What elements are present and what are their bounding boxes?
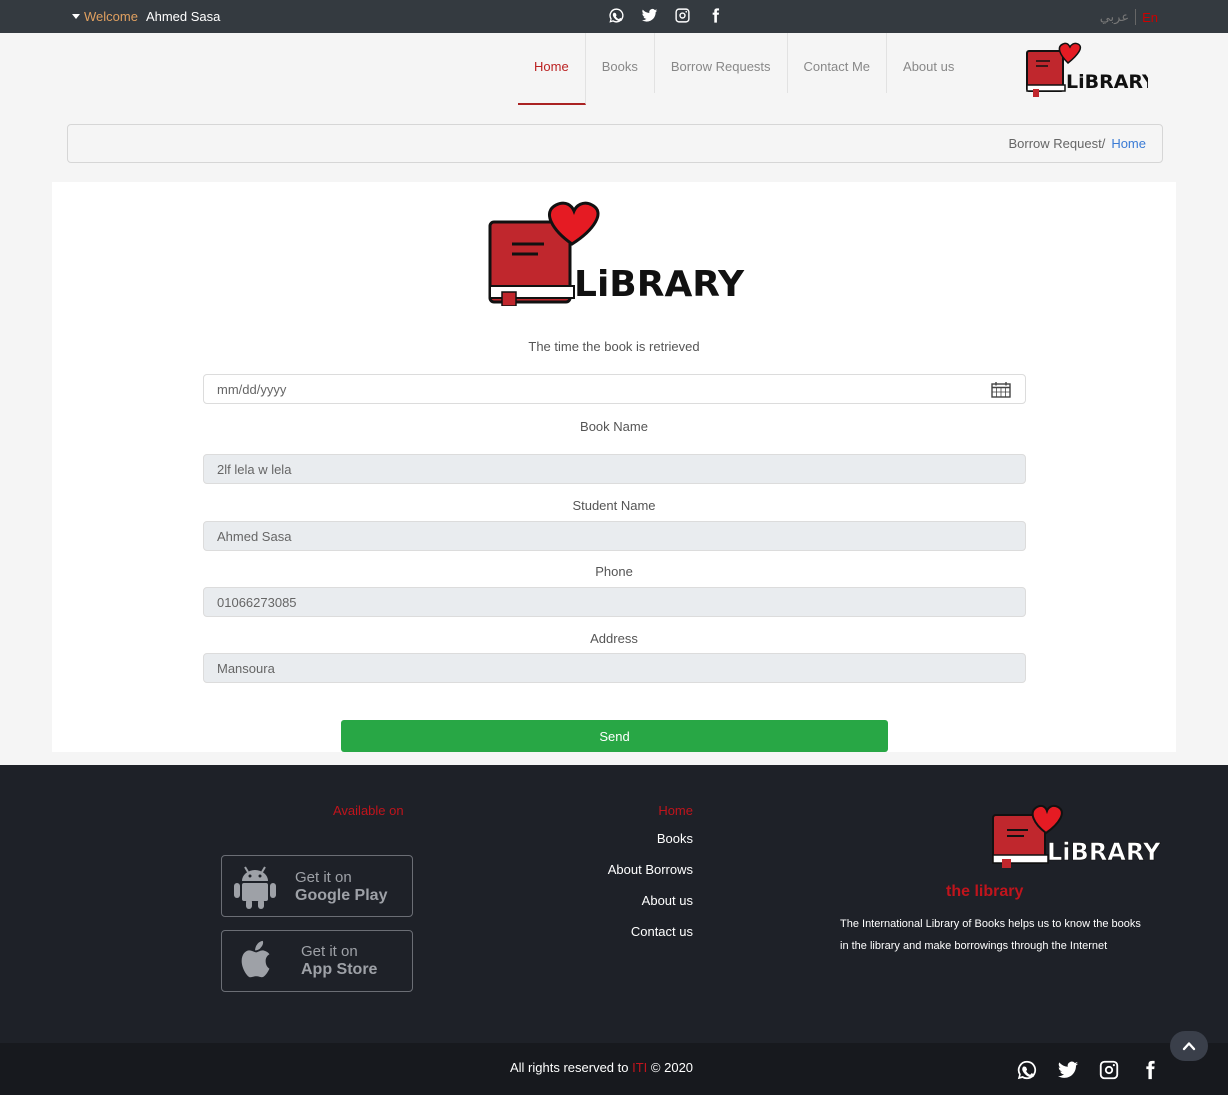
google-play-big: Google Play — [295, 887, 388, 904]
calendar-icon[interactable] — [991, 382, 1011, 398]
library-logo-large: LiBRARY — [488, 201, 745, 306]
app-store-button[interactable]: Get it on App Store — [221, 930, 413, 992]
date-input[interactable]: mm/dd/yyyy — [203, 374, 1026, 404]
phone-label: Phone — [595, 564, 633, 579]
scroll-to-top-button[interactable] — [1170, 1031, 1208, 1061]
top-social-links — [608, 7, 724, 24]
chevron-up-icon — [1182, 1042, 1196, 1051]
breadcrumb-home-link[interactable]: Home — [1111, 136, 1146, 151]
footer: Available on Get it on Google Play Get i… — [0, 765, 1228, 1043]
book-name-label: Book Name — [580, 419, 648, 434]
copyright-prefix: All rights reserved to — [510, 1060, 629, 1075]
nav-home[interactable]: Home — [518, 33, 586, 105]
lang-arabic[interactable]: عربي — [1100, 9, 1137, 25]
date-label: The time the book is retrieved — [528, 339, 700, 354]
copyright-org[interactable]: ITI — [632, 1060, 647, 1075]
user-name: Ahmed Sasa — [145, 9, 221, 24]
app-store-big: App Store — [301, 961, 378, 978]
whatsapp-icon[interactable] — [1016, 1059, 1038, 1081]
date-placeholder: mm/dd/yyyy — [217, 381, 287, 397]
nav-borrow-requests[interactable]: Borrow Requests — [655, 33, 788, 93]
instagram-icon[interactable] — [1098, 1059, 1120, 1081]
top-bar: Welcome Ahmed Sasa عربي En — [0, 0, 1228, 33]
copyright: All rights reserved to ITI © 2020 — [510, 1060, 693, 1075]
app-store-small: Get it on — [301, 943, 358, 960]
footer-link-books[interactable]: Books — [657, 831, 693, 846]
footer-link-about-us[interactable]: About us — [642, 893, 693, 908]
footer-link-contact-us[interactable]: Contact us — [631, 924, 693, 939]
apple-icon — [241, 940, 270, 978]
svg-text:LiBRARY: LiBRARY — [1066, 71, 1148, 93]
footer-subtitle: the library — [946, 883, 1024, 900]
twitter-icon[interactable] — [641, 7, 658, 24]
google-play-small: Get it on — [295, 869, 352, 886]
whatsapp-icon[interactable] — [608, 7, 625, 24]
send-button[interactable]: Send — [341, 720, 888, 752]
student-name-field[interactable]: Ahmed Sasa — [203, 521, 1026, 551]
nav-links: Home Books Borrow Requests Contact Me Ab… — [518, 33, 970, 105]
facebook-icon[interactable] — [707, 7, 724, 24]
footer-home-heading[interactable]: Home — [658, 803, 693, 818]
nav-contact-me[interactable]: Contact Me — [788, 33, 888, 93]
nav-about-us[interactable]: About us — [887, 33, 970, 93]
language-switcher: عربي En — [1100, 9, 1158, 25]
phone-field[interactable]: 01066273085 — [203, 587, 1026, 617]
book-name-field[interactable]: 2lf lela w lela — [203, 454, 1026, 484]
copyright-year: © 2020 — [650, 1060, 694, 1075]
nav-books[interactable]: Books — [586, 33, 655, 93]
svg-text:LiBRARY: LiBRARY — [574, 264, 745, 305]
available-on-heading: Available on — [333, 803, 404, 818]
instagram-icon[interactable] — [674, 7, 691, 24]
bottom-bar: All rights reserved to ITI © 2020 — [0, 1043, 1228, 1095]
footer-link-about-borrows[interactable]: About Borrows — [608, 862, 693, 877]
footer-library-logo: LiBRARY — [992, 804, 1161, 868]
address-label: Address — [590, 631, 638, 646]
main-nav: Home Books Borrow Requests Contact Me Ab… — [0, 33, 1228, 111]
library-logo[interactable]: LiBRARY — [1024, 41, 1148, 99]
lang-english[interactable]: En — [1136, 10, 1158, 25]
student-name-label: Student Name — [572, 498, 656, 513]
bottom-social-links — [1016, 1059, 1161, 1081]
address-field[interactable]: Mansoura — [203, 653, 1026, 683]
google-play-button[interactable]: Get it on Google Play — [221, 855, 413, 917]
borrow-request-form: LiBRARY The time the book is retrieved m… — [52, 182, 1176, 752]
facebook-icon[interactable] — [1139, 1059, 1161, 1081]
android-icon — [234, 866, 276, 909]
welcome-label: Welcome — [84, 9, 138, 24]
caret-down-icon — [72, 14, 80, 19]
welcome-dropdown[interactable]: Welcome Ahmed Sasa — [72, 9, 220, 24]
breadcrumb-current: Borrow Request/ — [1008, 136, 1106, 151]
breadcrumb: Borrow Request/Home — [67, 124, 1163, 163]
svg-text:LiBRARY: LiBRARY — [1047, 838, 1161, 866]
twitter-icon[interactable] — [1057, 1059, 1079, 1081]
footer-description: The International Library of Books helps… — [840, 918, 1141, 952]
